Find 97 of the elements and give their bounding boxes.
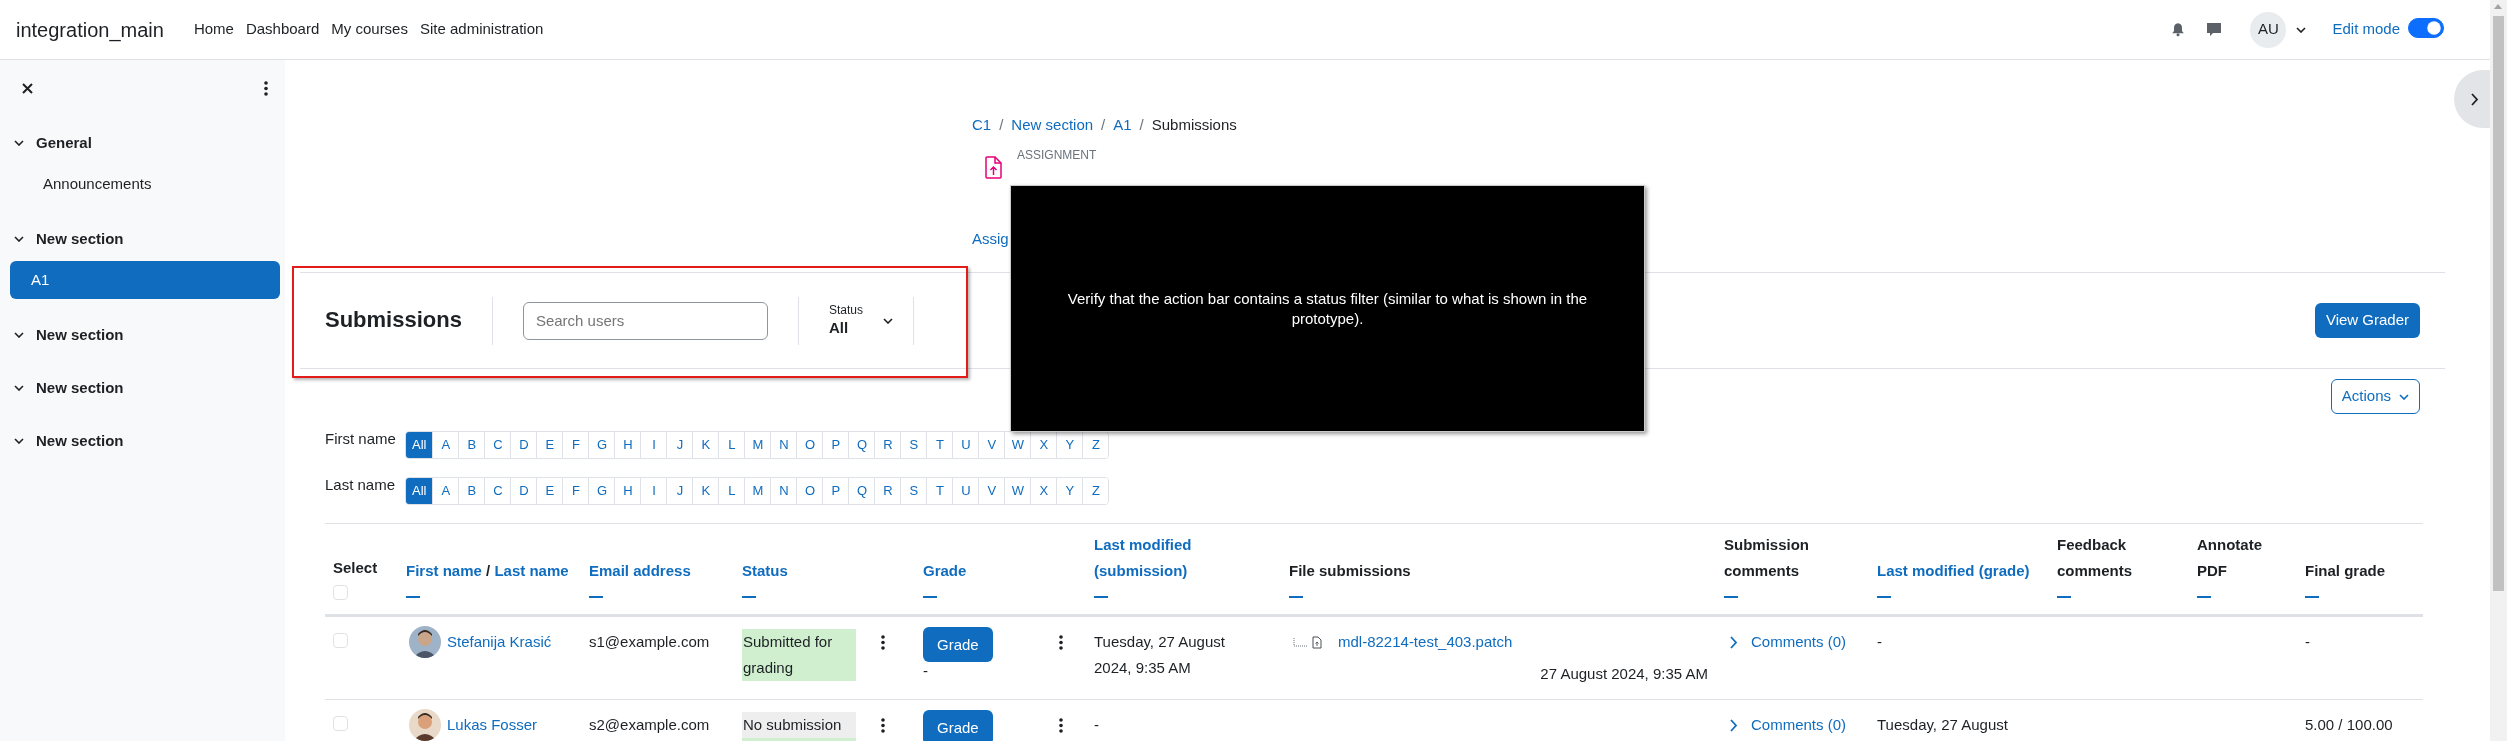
section-title[interactable]: New section: [36, 323, 124, 347]
messages-chat-icon[interactable]: [2206, 22, 2223, 37]
course-index-item[interactable]: A1: [10, 261, 280, 299]
section-title[interactable]: New section: [36, 429, 124, 453]
user-avatar[interactable]: AU: [2250, 11, 2287, 48]
comments-link[interactable]: Comments (0): [1751, 712, 1847, 738]
breadcrumb-current: Submissions: [1151, 115, 1237, 135]
breadcrumb-separator: /: [1139, 115, 1144, 135]
comments-link[interactable]: Comments (0): [1751, 629, 1847, 655]
breadcrumb-separator: /: [999, 115, 1004, 135]
section-title[interactable]: New section: [36, 376, 124, 400]
table-cell-text: Tuesday, 27 August 2024, 9:35 AM: [1094, 632, 1226, 678]
column-header: Annotate PDF: [2197, 536, 2262, 579]
page-heading: Submissions: [325, 307, 462, 334]
filter-value: All: [828, 318, 850, 338]
chevron-icon[interactable]: [2471, 92, 2479, 106]
section-title[interactable]: General: [36, 131, 92, 155]
table-cell: 5.00 / 100.00: [2305, 716, 2393, 733]
nav-link[interactable]: Site administration: [419, 18, 544, 41]
row-checkbox[interactable]: [333, 633, 348, 648]
initial-filter-link[interactable]: All: [406, 432, 433, 458]
expand-icon[interactable]: [1730, 635, 1738, 649]
caret-icon[interactable]: [882, 317, 893, 324]
table-cell: s1@example.com: [589, 633, 710, 650]
status-filter[interactable]: Status All: [828, 303, 893, 338]
assignment-upload-icon: [984, 156, 1003, 180]
select-all-checkbox[interactable]: [333, 585, 348, 600]
file-link[interactable]: mdl-82214-test_403.patch: [1338, 629, 1513, 655]
chevron-icon[interactable]: [14, 385, 24, 391]
chevron-icon[interactable]: [14, 140, 24, 146]
table-cell-text: 27 August 2024, 9:35 AM: [1539, 664, 1708, 684]
breadcrumb-link[interactable]: A1: [1113, 114, 1132, 136]
sort-link[interactable]: Grade: [923, 558, 1033, 584]
sort-link[interactable]: Last modified (grade): [1877, 558, 2041, 584]
nav-link[interactable]: Home: [193, 18, 234, 41]
notifications-bell-icon[interactable]: [2171, 22, 2186, 37]
activity-type-label: ASSIGNMENT: [1017, 148, 1097, 162]
edit-mode-switch[interactable]: [2408, 17, 2444, 38]
table-cell: Tuesday, 27 August: [1877, 716, 2008, 733]
breadcrumb-separator: /: [1101, 115, 1106, 135]
grade-button[interactable]: Grade: [923, 627, 993, 662]
chevron-icon[interactable]: [14, 438, 24, 444]
nav-link[interactable]: My courses: [331, 18, 408, 41]
status-label: Submitted for grading: [742, 629, 856, 681]
course-index-item[interactable]: Announcements: [10, 165, 280, 203]
edit-mode-label[interactable]: Edit mode: [2332, 18, 2400, 41]
table-cell-text: -: [1094, 715, 1100, 735]
chevron-icon[interactable]: [14, 332, 24, 338]
site-name[interactable]: integration_main: [16, 14, 164, 45]
expand-icon[interactable]: [1730, 718, 1738, 732]
header-separator: /: [486, 562, 491, 579]
user-name-link[interactable]: Lukas Fosser: [447, 712, 538, 738]
tab-link[interactable]: Assig: [972, 229, 1009, 247]
column-header: Final grade: [2305, 562, 2386, 579]
filter-label: First name: [325, 429, 397, 449]
sort-link[interactable]: Last modified (submission): [1094, 532, 1273, 584]
filter-label: Last name: [325, 475, 397, 495]
actions-menu-icon[interactable]: [1059, 635, 1063, 650]
tree-connector-icon: [1293, 637, 1308, 647]
table-cell: -: [1877, 633, 1882, 650]
annotation-note: Verify that the action bar contains a status filter (similar to what is shown in the prototype).: [1066, 288, 1589, 329]
filter-label: Status: [828, 303, 863, 318]
table-cell: s2@example.com: [589, 716, 710, 733]
chevron-icon[interactable]: [14, 236, 24, 242]
scrollbar[interactable]: [2490, 0, 2507, 741]
actions-menu-icon[interactable]: [881, 635, 885, 650]
sort-link[interactable]: Email address: [589, 558, 726, 584]
grade-button[interactable]: Grade: [923, 710, 993, 741]
table-cell-text: -: [923, 662, 929, 680]
column-header: Select: [333, 559, 378, 576]
search-field[interactable]: Search users: [522, 301, 768, 340]
status-label: No submission: [742, 712, 856, 738]
sort-link[interactable]: Last name: [494, 562, 569, 579]
drawer-toggle-button[interactable]: [2454, 70, 2490, 128]
more-options-icon[interactable]: [264, 80, 268, 96]
file-icon: [1312, 635, 1322, 649]
column-header: File submissions: [1289, 562, 1411, 579]
close-icon[interactable]: [22, 82, 33, 94]
actions-menu-icon[interactable]: [1059, 718, 1063, 733]
section-title[interactable]: New section: [36, 227, 124, 251]
table-cell: -: [2305, 633, 2310, 650]
column-header: Feedback comments: [2057, 536, 2133, 579]
actions-button[interactable]: Actions: [2330, 379, 2420, 414]
view-grader-button[interactable]: View Grader: [2314, 303, 2420, 338]
sort-link[interactable]: First name: [406, 562, 482, 579]
user-name-link[interactable]: Stefanija Krasić: [447, 629, 552, 655]
initial-filter-link[interactable]: Z: [1082, 432, 1109, 458]
initial-filter-link[interactable]: All: [406, 478, 433, 504]
nav-link[interactable]: Dashboard: [245, 18, 320, 41]
sort-link[interactable]: Status: [742, 558, 855, 584]
actions-menu-icon[interactable]: [881, 718, 885, 733]
initial-filter-link[interactable]: Z: [1082, 478, 1109, 504]
caret-icon[interactable]: [2296, 26, 2307, 33]
breadcrumb-link[interactable]: New section: [1011, 114, 1094, 136]
row-checkbox[interactable]: [333, 716, 348, 731]
breadcrumb-link[interactable]: C1: [972, 114, 992, 136]
column-header: Submission comments: [1724, 536, 1809, 579]
